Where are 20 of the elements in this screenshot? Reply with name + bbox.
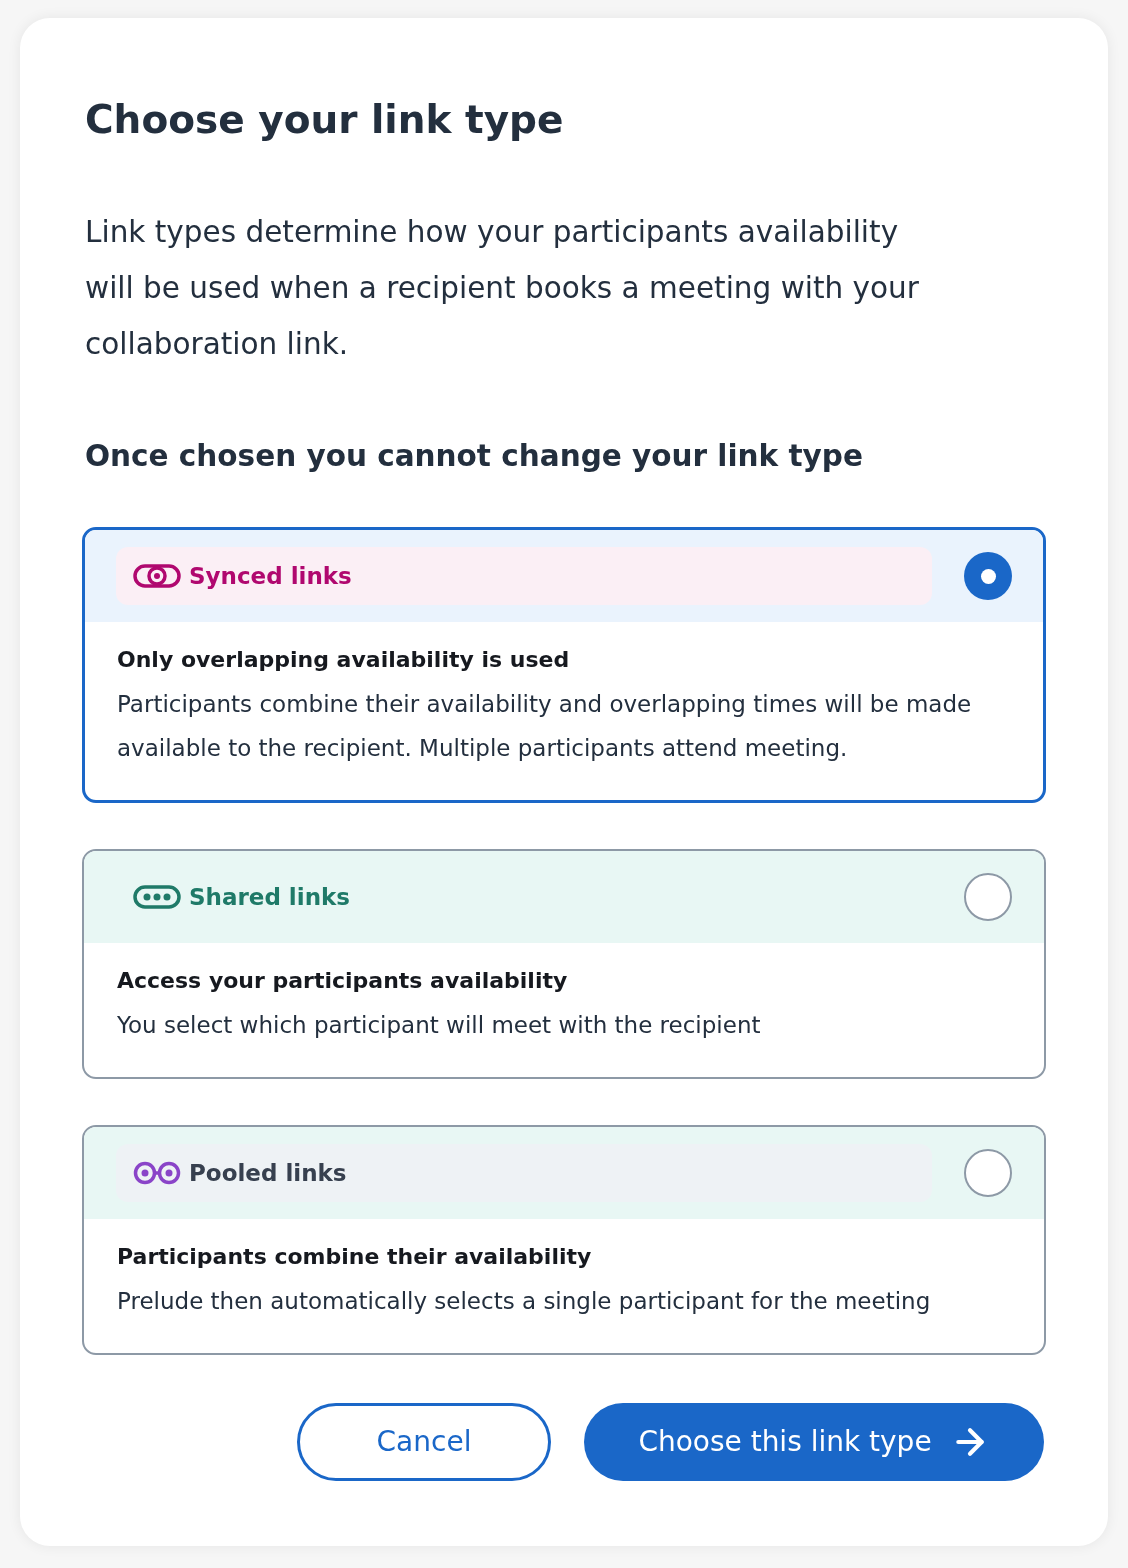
option-description: Participants combine their availability and overlapping times will be made available to the recipient. Multiple participants attend meeting. (117, 690, 973, 763)
dialog-title: Choose your link type (85, 96, 564, 144)
radio-button[interactable] (964, 552, 1012, 600)
option-card[interactable]: Pooled links Participants combine their availability Prelude then automatically selects a single participant for the meeting (82, 1125, 1046, 1355)
option-label: Pooled links (189, 1159, 347, 1188)
option-heading: Only overlapping availability is used (117, 646, 571, 674)
option-heading: Participants combine their availability (117, 1243, 593, 1271)
option-description: You select which participant will meet with the recipient (117, 1011, 762, 1040)
radio-button[interactable] (964, 1149, 1012, 1197)
choose-link-type-button[interactable]: Choose this link type (584, 1403, 1044, 1481)
option-heading: Access your participants availability (117, 967, 569, 995)
option-label: Synced links (189, 562, 352, 591)
radio-button[interactable] (964, 873, 1012, 921)
option-description: Prelude then automatically selects a single participant for the meeting (117, 1287, 932, 1316)
cancel-button[interactable]: Cancel (297, 1403, 551, 1481)
dialog-description: Link types determine how your participants availability will be used when a recipient books a meeting with your collaboration link. (85, 214, 920, 363)
warning-heading: Once chosen you cannot change your link type (85, 438, 863, 475)
option-card[interactable]: Synced links Only overlapping availability is used Participants combine their availability and overlapping times will be made available to the recipient. Multiple participants attend meeting. (82, 527, 1046, 803)
option-card[interactable]: Shared links Access your participants availability You select which participant will meet with the recipient (82, 849, 1046, 1079)
option-label: Shared links (189, 883, 350, 912)
